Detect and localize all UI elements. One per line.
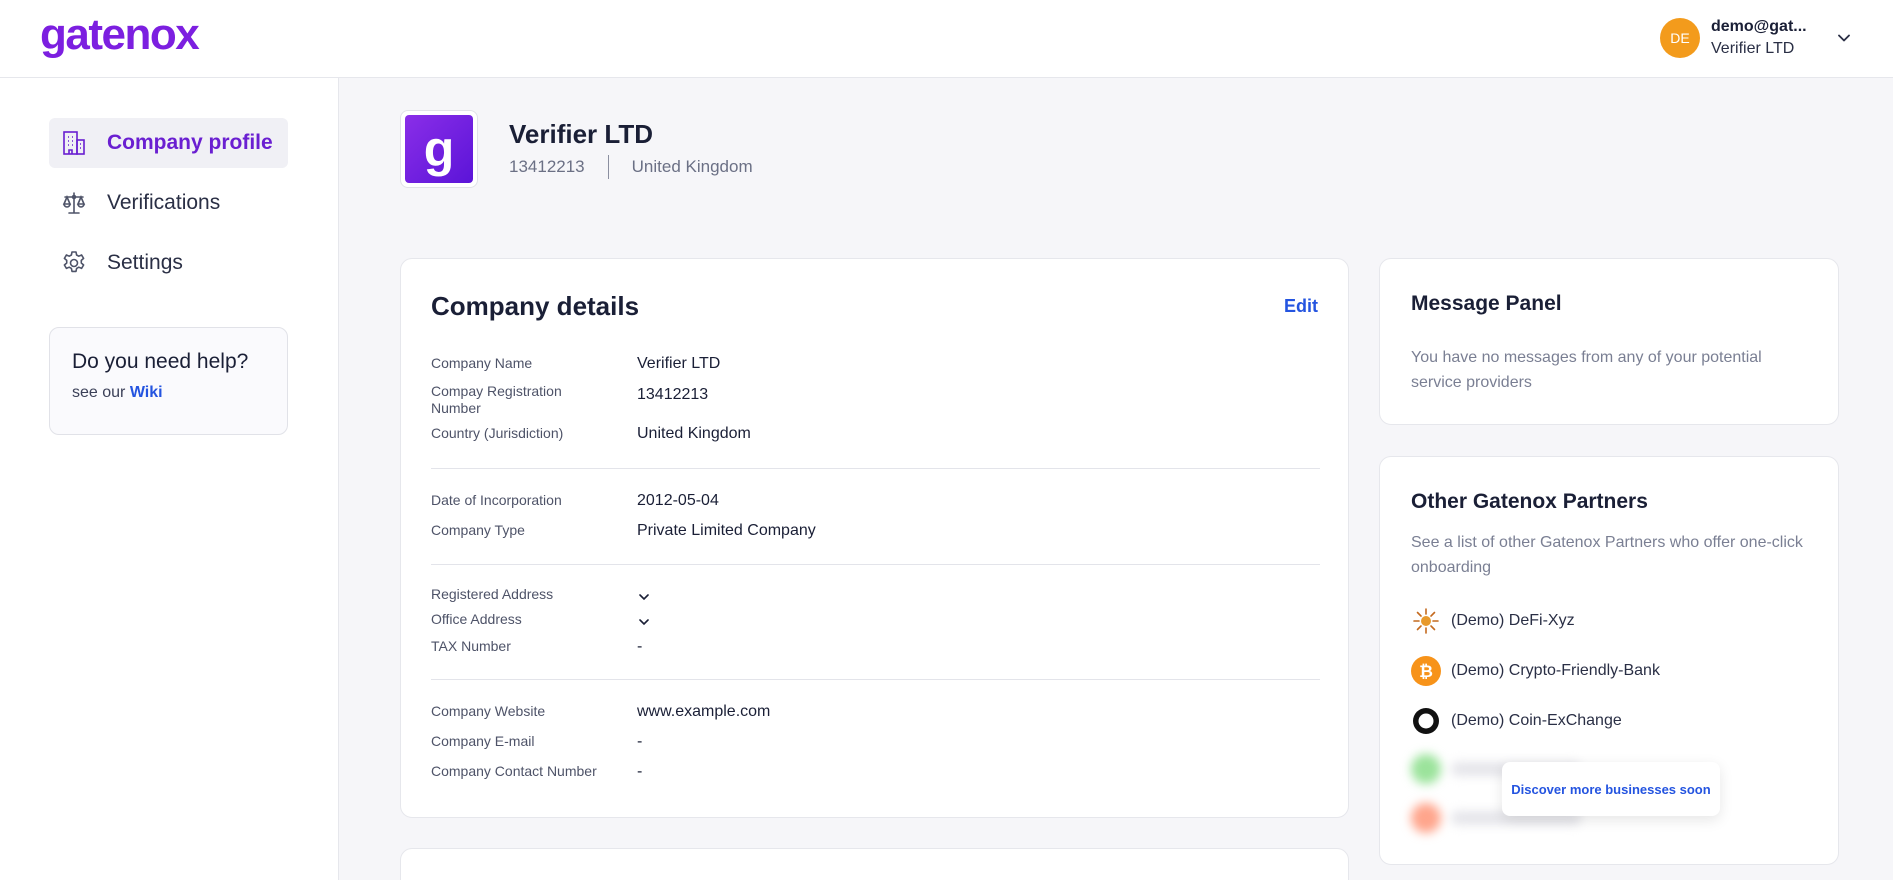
- detail-value: -: [637, 638, 643, 655]
- chevron-down-icon[interactable]: [637, 615, 651, 629]
- company-number: 13412213: [509, 157, 585, 176]
- detail-value: www.example.com: [637, 703, 771, 720]
- user-avatar: DE: [1660, 18, 1700, 58]
- detail-value: 13412213: [637, 386, 709, 403]
- detail-row: Company Type Private Limited Company: [431, 522, 1320, 540]
- gear-icon: [61, 250, 87, 276]
- detail-row: Country (Jurisdiction) United Kingdom: [431, 425, 1320, 443]
- company-details-card: Company details Edit Company Name Verifi…: [400, 258, 1349, 818]
- detail-row: Date of Incorporation 2012-05-04: [431, 492, 1320, 510]
- detail-label: Company Type: [431, 522, 525, 538]
- message-panel-title: Message Panel: [1411, 292, 1562, 315]
- partners-panel: Other Gatenox Partners See a list of oth…: [1379, 456, 1839, 865]
- user-company: Verifier LTD: [1711, 40, 1795, 57]
- sidebar-item-verifications[interactable]: Verifications: [49, 178, 288, 228]
- partner-item[interactable]: (Demo) DeFi-Xyz: [1411, 606, 1575, 636]
- divider: [431, 468, 1320, 469]
- next-card: [400, 848, 1349, 880]
- placeholder-dot: [1411, 754, 1441, 784]
- partners-title: Other Gatenox Partners: [1411, 490, 1648, 513]
- partner-item[interactable]: (Demo) Coin-ExChange: [1411, 706, 1622, 736]
- message-panel: Message Panel You have no messages from …: [1379, 258, 1839, 425]
- user-email: demo@gat...: [1711, 18, 1807, 35]
- detail-label: Company Contact Number: [431, 763, 597, 779]
- sidebar-item-label: Verifications: [107, 191, 221, 214]
- detail-label: Date of Incorporation: [431, 492, 562, 508]
- detail-row: Company Contact Number -: [431, 763, 1320, 781]
- message-panel-text: You have no messages from any of your po…: [1411, 349, 1762, 391]
- detail-value: Verifier LTD: [637, 355, 721, 372]
- partner-item[interactable]: ₿ (Demo) Crypto-Friendly-Bank: [1411, 656, 1660, 686]
- company-name: Verifier LTD: [509, 119, 654, 149]
- detail-label: Office Address: [431, 611, 522, 627]
- partner-name: (Demo) Coin-ExChange: [1451, 712, 1622, 729]
- bitcoin-icon: ₿: [1411, 656, 1441, 686]
- detail-label: Compay Registration Number: [431, 383, 562, 416]
- detail-label: Country (Jurisdiction): [431, 425, 564, 441]
- detail-value: -: [637, 733, 643, 750]
- detail-row: Office Address: [431, 611, 1320, 629]
- detail-value: 2012-05-04: [637, 492, 719, 509]
- company-logo: g: [400, 110, 478, 188]
- help-box: Do you need help? see our Wiki: [49, 327, 288, 435]
- partner-name: (Demo) DeFi-Xyz: [1451, 612, 1575, 629]
- chevron-down-icon[interactable]: [637, 590, 651, 604]
- sun-icon: [1411, 606, 1441, 636]
- wiki-link[interactable]: Wiki: [130, 384, 163, 401]
- sidebar-item-company-profile[interactable]: Company profile: [49, 118, 288, 168]
- detail-value: Private Limited Company: [637, 522, 816, 539]
- company-logo-mark: g: [405, 115, 473, 183]
- detail-label: Company Name: [431, 355, 533, 371]
- help-prefix: see our: [72, 384, 126, 401]
- detail-label: Company E-mail: [431, 733, 535, 749]
- ring-icon: [1411, 706, 1441, 736]
- company-subtitle: 13412213 United Kingdom: [509, 155, 753, 179]
- help-text: see our Wiki: [72, 384, 287, 402]
- divider: [431, 679, 1320, 680]
- detail-value: United Kingdom: [637, 425, 751, 442]
- discover-more-badge: Discover more businesses soon: [1502, 762, 1720, 816]
- sidebar-item-label: Company profile: [107, 131, 273, 154]
- edit-button[interactable]: Edit: [1284, 296, 1318, 317]
- chevron-down-icon[interactable]: [1835, 29, 1853, 47]
- user-menu[interactable]: DE demo@gat... Verifier LTD: [1660, 16, 1853, 60]
- partners-text: See a list of other Gatenox Partners who…: [1411, 534, 1803, 576]
- detail-label: Company Website: [431, 703, 546, 719]
- detail-value: -: [637, 763, 643, 780]
- top-header: gatenox DE demo@gat... Verifier LTD: [0, 0, 1893, 78]
- detail-row: Company Website www.example.com: [431, 703, 1320, 721]
- sidebar-item-settings[interactable]: Settings: [49, 238, 288, 288]
- detail-row: Registered Address: [431, 586, 1320, 604]
- building-icon: [61, 130, 87, 156]
- user-info: demo@gat... Verifier LTD: [1711, 18, 1823, 58]
- separator: [607, 155, 609, 179]
- detail-label: TAX Number: [431, 638, 511, 654]
- company-details-title: Company details: [431, 291, 640, 321]
- detail-row: Company Name Verifier LTD: [431, 355, 1320, 373]
- company-country: United Kingdom: [631, 157, 753, 176]
- detail-row: Compay Registration Number 13412213: [431, 383, 1320, 417]
- sidebar-item-label: Settings: [107, 251, 183, 274]
- gatenox-logo[interactable]: gatenox: [40, 10, 200, 60]
- detail-row: Company E-mail -: [431, 733, 1320, 751]
- help-title: Do you need help?: [72, 350, 249, 373]
- partner-name: (Demo) Crypto-Friendly-Bank: [1451, 662, 1660, 679]
- divider: [431, 564, 1320, 565]
- sidebar: Company profile Verifications Settings D…: [0, 78, 339, 880]
- detail-row: TAX Number -: [431, 638, 1320, 656]
- svg-text:₿: ₿: [1419, 662, 1433, 682]
- scale-icon: [61, 190, 87, 216]
- detail-label: Registered Address: [431, 586, 554, 602]
- placeholder-dot: [1411, 803, 1441, 833]
